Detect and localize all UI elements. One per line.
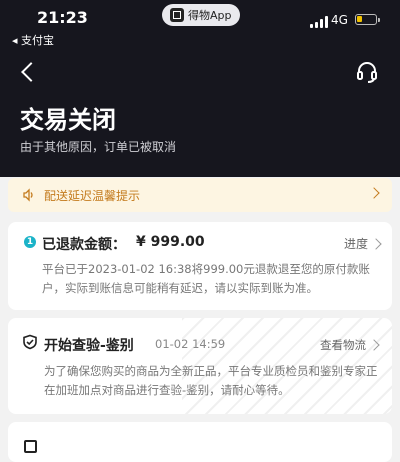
signal-icon <box>310 16 328 28</box>
order-status-header: 21:23 ◂ 支付宝 得物App 4G 交易关闭 由于其他原因，订单已被取消 <box>0 0 400 177</box>
app-logo-icon <box>170 8 184 22</box>
delivery-delay-notice[interactable]: 配送延迟温馨提示 <box>8 178 392 212</box>
page-title: 交易关闭 <box>20 106 116 134</box>
refund-label: 已退款金额： <box>42 237 126 253</box>
battery-icon <box>355 14 380 25</box>
speaker-icon <box>23 188 33 202</box>
app-name: 得物App <box>188 9 232 22</box>
customer-service-icon[interactable] <box>355 60 379 84</box>
network-type: 4G <box>331 13 348 27</box>
refund-amount: ¥ 999.00 <box>136 234 205 250</box>
app-indicator[interactable]: 得物App <box>162 4 240 26</box>
inspection-title: 开始查验-鉴别 <box>44 338 134 354</box>
refund-card: 1 已退款金额： ¥ 999.00 进度 平台已于2023-01-02 16:3… <box>8 222 392 310</box>
notice-text: 配送延迟温馨提示 <box>44 188 141 203</box>
box-icon <box>24 440 37 453</box>
next-card <box>8 422 392 462</box>
chevron-right-icon <box>368 187 380 199</box>
back-to-app-link[interactable]: ◂ 支付宝 <box>12 32 54 48</box>
view-logistics-link[interactable]: 查看物流 <box>320 337 366 353</box>
inspection-time: 01-02 14:59 <box>155 337 226 351</box>
inspection-description: 为了确保您购买的商品为全新正品，平台专业质检员和鉴别专家正在加班加点对商品进行查… <box>44 364 378 397</box>
step-badge: 1 <box>24 236 36 248</box>
refund-progress-link[interactable]: 进度 <box>344 235 368 252</box>
shield-check-icon <box>23 334 37 350</box>
page-subtitle: 由于其他原因，订单已被取消 <box>20 140 177 154</box>
back-arrow-icon[interactable] <box>18 62 38 82</box>
clock: 21:23 <box>37 8 88 27</box>
refund-description: 平台已于2023-01-02 16:38将999.00元退款退至您的原付款账户，… <box>42 262 370 295</box>
inspection-card: 开始查验-鉴别 01-02 14:59 查看物流 为了确保您购买的商品为全新正品… <box>8 318 392 414</box>
status-bar: 21:23 ◂ 支付宝 得物App 4G <box>0 0 400 50</box>
chevron-right-icon[interactable] <box>370 238 382 250</box>
